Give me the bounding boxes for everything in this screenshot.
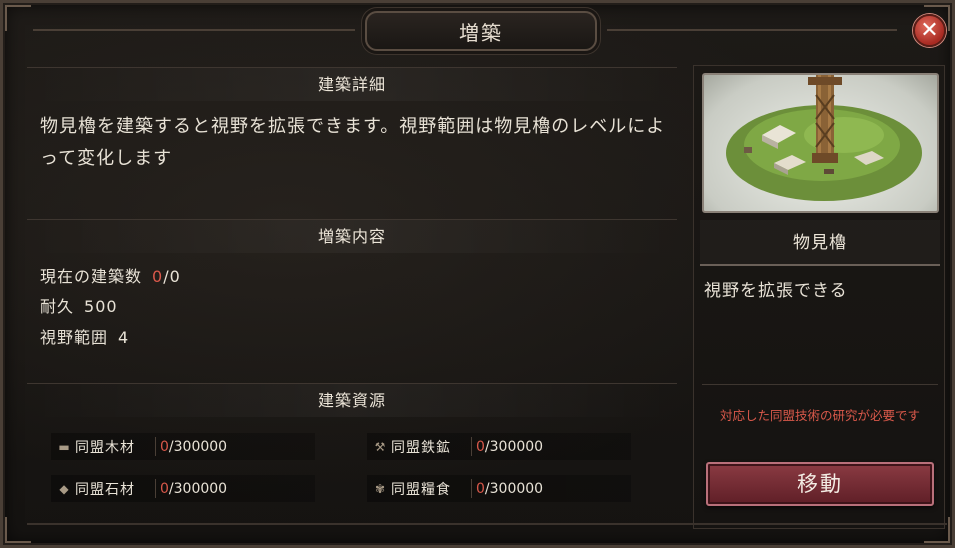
divider bbox=[702, 384, 938, 385]
stat-durability: 耐久 500 bbox=[40, 293, 118, 317]
resource-need: /300000 bbox=[168, 438, 228, 455]
watchtower-image bbox=[702, 73, 939, 213]
watchtower-illustration bbox=[726, 75, 922, 201]
resource-name: 同盟糧食 bbox=[391, 481, 451, 498]
building-name: 物見櫓 bbox=[700, 220, 940, 266]
stat-vision-range: 視野範囲 4 bbox=[40, 324, 129, 348]
stone-icon: ◆ bbox=[59, 481, 69, 496]
resource-need: /300000 bbox=[484, 438, 544, 455]
resource-wood: ▬ 同盟木材 0/300000 bbox=[51, 433, 315, 460]
stat-label: 現在の建築数 bbox=[40, 267, 143, 286]
close-button[interactable]: ✕ bbox=[913, 14, 946, 47]
left-panel: 建築詳細 物見櫓を建築すると視野を拡張できます。視野範囲は物見櫓のレベルによって… bbox=[27, 63, 677, 527]
divider bbox=[155, 479, 156, 498]
bottom-frame-line bbox=[27, 523, 947, 525]
stat-value: 500 bbox=[84, 297, 118, 316]
resource-food: ✾ 同盟糧食 0/300000 bbox=[367, 475, 631, 502]
wood-icon: ▬ bbox=[58, 439, 70, 454]
resource-have: 0 bbox=[160, 480, 169, 497]
move-button[interactable]: 移動 bbox=[706, 462, 934, 506]
building-description: 物見櫓を建築すると視野を拡張できます。視野範囲は物見櫓のレベルによって変化します bbox=[40, 116, 666, 169]
stat-value-current: 0 bbox=[152, 267, 164, 286]
divider bbox=[471, 437, 472, 456]
resource-have: 0 bbox=[476, 438, 485, 455]
stat-value: 4 bbox=[118, 328, 130, 347]
details-heading: 建築詳細 bbox=[27, 67, 677, 101]
resources-heading: 建築資源 bbox=[27, 383, 677, 417]
resource-name: 同盟鉄鉱 bbox=[391, 439, 451, 456]
divider bbox=[155, 437, 156, 456]
resource-stone: ◆ 同盟石材 0/300000 bbox=[51, 475, 315, 502]
food-icon: ✾ bbox=[374, 481, 386, 496]
iron-icon: ⚒ bbox=[374, 439, 386, 454]
stat-label: 視野範囲 bbox=[40, 328, 109, 347]
requirement-warning: 対応した同盟技術の研究が必要です bbox=[719, 408, 920, 423]
frame-corner bbox=[5, 5, 31, 31]
resource-iron: ⚒ 同盟鉄鉱 0/300000 bbox=[367, 433, 631, 460]
resource-name: 同盟木材 bbox=[75, 439, 135, 456]
close-icon: ✕ bbox=[920, 17, 939, 43]
resource-have: 0 bbox=[476, 480, 485, 497]
stat-build-count: 現在の建築数 0/0 bbox=[40, 263, 181, 287]
divider bbox=[471, 479, 472, 498]
stat-value-max: /0 bbox=[163, 267, 181, 286]
title-ornament bbox=[607, 29, 897, 31]
stat-label: 耐久 bbox=[40, 297, 75, 316]
building-effect: 視野を拡張できる bbox=[704, 281, 848, 301]
build-window: 増築 ✕ 建築詳細 物見櫓を建築すると視野を拡張できます。視野範囲は物見櫓のレベ… bbox=[0, 0, 955, 548]
resource-need: /300000 bbox=[484, 480, 544, 497]
resource-need: /300000 bbox=[168, 480, 228, 497]
title-ornament bbox=[33, 29, 355, 31]
resource-name: 同盟石材 bbox=[75, 481, 135, 498]
building-info-panel: 物見櫓 視野を拡張できる 対応した同盟技術の研究が必要です 移動 bbox=[693, 65, 945, 529]
resource-have: 0 bbox=[160, 438, 169, 455]
content-heading: 増築内容 bbox=[27, 219, 677, 253]
window-title: 増築 bbox=[365, 11, 597, 51]
